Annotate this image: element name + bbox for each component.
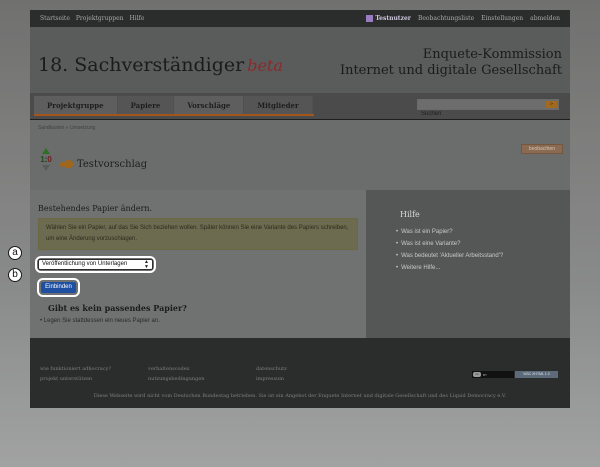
user-icon xyxy=(366,15,374,22)
footer-link[interactable]: verhaltenscodex xyxy=(148,364,205,374)
step-marker-a: a xyxy=(8,246,22,260)
footer-link[interactable]: nutzungsbedingungen xyxy=(148,374,205,384)
help-item[interactable]: Weitere Hilfe... xyxy=(396,262,503,274)
cc-by-label: BY xyxy=(483,372,488,377)
enquete-title: Enquete-Kommission Internet und digitale… xyxy=(340,47,562,79)
top-link-hilfe[interactable]: Hilfe xyxy=(130,15,145,22)
cc-icon: cc xyxy=(473,372,481,377)
tab-papiere[interactable]: Papiere xyxy=(117,96,175,114)
footer-badges: cc BY W3C XHTML 1.0 xyxy=(472,371,558,378)
footer-link[interactable]: wie funktioniert adhocracy? xyxy=(40,364,111,374)
tab-vorschlaege[interactable]: Vorschläge xyxy=(174,96,245,114)
site-footer: wie funktioniert adhocracy? projekt unte… xyxy=(30,338,570,408)
main-content: Bestehendes Papier ändern. Wählen Sie ei… xyxy=(30,190,366,338)
footer-col-1: wie funktioniert adhocracy? projekt unte… xyxy=(40,364,111,384)
help-item[interactable]: Was ist eine Variante? xyxy=(396,238,503,250)
nav-underline xyxy=(34,114,314,116)
help-item[interactable]: Was bedeutet 'Aktueller Arbeitsstand'? xyxy=(396,250,503,262)
footer-disclaimer: Diese Webseite wird nicht vom Deutschen … xyxy=(93,393,507,399)
nopaper-link[interactable]: • Legen Sie stattdessen ein neues Papier… xyxy=(40,318,160,324)
step-marker-b: b xyxy=(8,268,22,282)
help-list: Was ist ein Papier? Was ist eine Variant… xyxy=(396,226,503,274)
tab-projektgruppe[interactable]: Projektgruppe xyxy=(34,96,118,114)
paper-select[interactable]: Veröffentlichung von Unterlagen ▲ ▼ xyxy=(38,259,153,270)
einbinden-button[interactable]: Einbinden xyxy=(41,282,76,293)
info-note: Wählen Sie ein Papier, auf das Sie Sich … xyxy=(38,218,358,250)
nopaper-heading: Gibt es kein passendes Papier? xyxy=(48,303,187,313)
site-logo[interactable]: 18. Sachverständiger beta xyxy=(38,54,283,76)
footer-link[interactable]: datenschutz xyxy=(256,364,287,374)
site-header: 18. Sachverständiger beta Enquete-Kommiss… xyxy=(30,27,570,93)
search-box: > xyxy=(417,99,559,119)
user-menu[interactable]: Testnutzer xyxy=(366,15,411,22)
main-navigation: Projektgruppe Papiere Vorschläge Mitglie… xyxy=(30,93,570,120)
top-link-projektgruppen[interactable]: Projektgruppen xyxy=(76,15,124,22)
top-navigation: Startseite Projektgruppen Hilfe Testnutz… xyxy=(30,10,570,27)
proposal-icon xyxy=(60,160,73,169)
observe-button[interactable]: beobachten xyxy=(521,144,563,154)
help-title: Hilfe xyxy=(400,210,420,219)
top-link-abmelden[interactable]: abmelden xyxy=(530,15,560,22)
footer-link[interactable]: impressum xyxy=(256,374,287,384)
con-votes: 0 xyxy=(47,155,52,164)
nopaper-link-text: Legen Sie stattdessen ein neues Papier a… xyxy=(43,318,160,324)
help-sidebar: Hilfe Was ist ein Papier? Was ist eine V… xyxy=(366,190,570,338)
footer-col-3: datenschutz impressum xyxy=(256,364,287,384)
enquete-line-1: Enquete-Kommission xyxy=(422,47,562,62)
tab-mitglieder[interactable]: Mitglieder xyxy=(244,96,313,114)
w3c-badge[interactable]: W3C XHTML 1.0 xyxy=(515,371,558,378)
top-link-beobachtungsliste[interactable]: Beobachtungsliste xyxy=(418,15,474,22)
vote-down-icon[interactable] xyxy=(42,165,50,171)
vote-widget: 1:0 xyxy=(39,148,53,178)
user-name: Testnutzer xyxy=(375,15,411,22)
updown-icon: ▲ ▼ xyxy=(144,259,149,270)
section-heading: Bestehendes Papier ändern. xyxy=(38,204,153,213)
top-link-startseite[interactable]: Startseite xyxy=(40,15,70,22)
footer-link[interactable]: projekt unterstützen xyxy=(40,374,111,384)
cc-license-badge[interactable]: cc BY xyxy=(472,371,514,378)
footer-col-2: verhaltenscodex nutzungsbedingungen xyxy=(148,364,205,384)
site-page: Startseite Projektgruppen Hilfe Testnutz… xyxy=(30,10,570,408)
search-button[interactable]: > xyxy=(546,101,557,108)
brand-title: 18. Sachverständiger xyxy=(38,54,245,76)
proposal-title: Testvorschlag xyxy=(77,159,148,170)
help-item[interactable]: Was ist ein Papier? xyxy=(396,226,503,238)
breadcrumb[interactable]: Sandkasten » Umsetzung xyxy=(38,125,95,131)
paper-select-value: Veröffentlichung von Unterlagen xyxy=(42,261,128,267)
top-link-einstellungen[interactable]: Einstellungen xyxy=(481,15,523,22)
enquete-line-2: Internet und digitale Gesellschaft xyxy=(339,63,562,78)
proposal-header: Sandkasten » Umsetzung beobachten 1:0 Te… xyxy=(30,120,570,190)
beta-label: beta xyxy=(247,56,283,75)
search-input[interactable] xyxy=(418,109,536,119)
vote-score: 1:0 xyxy=(39,154,53,165)
